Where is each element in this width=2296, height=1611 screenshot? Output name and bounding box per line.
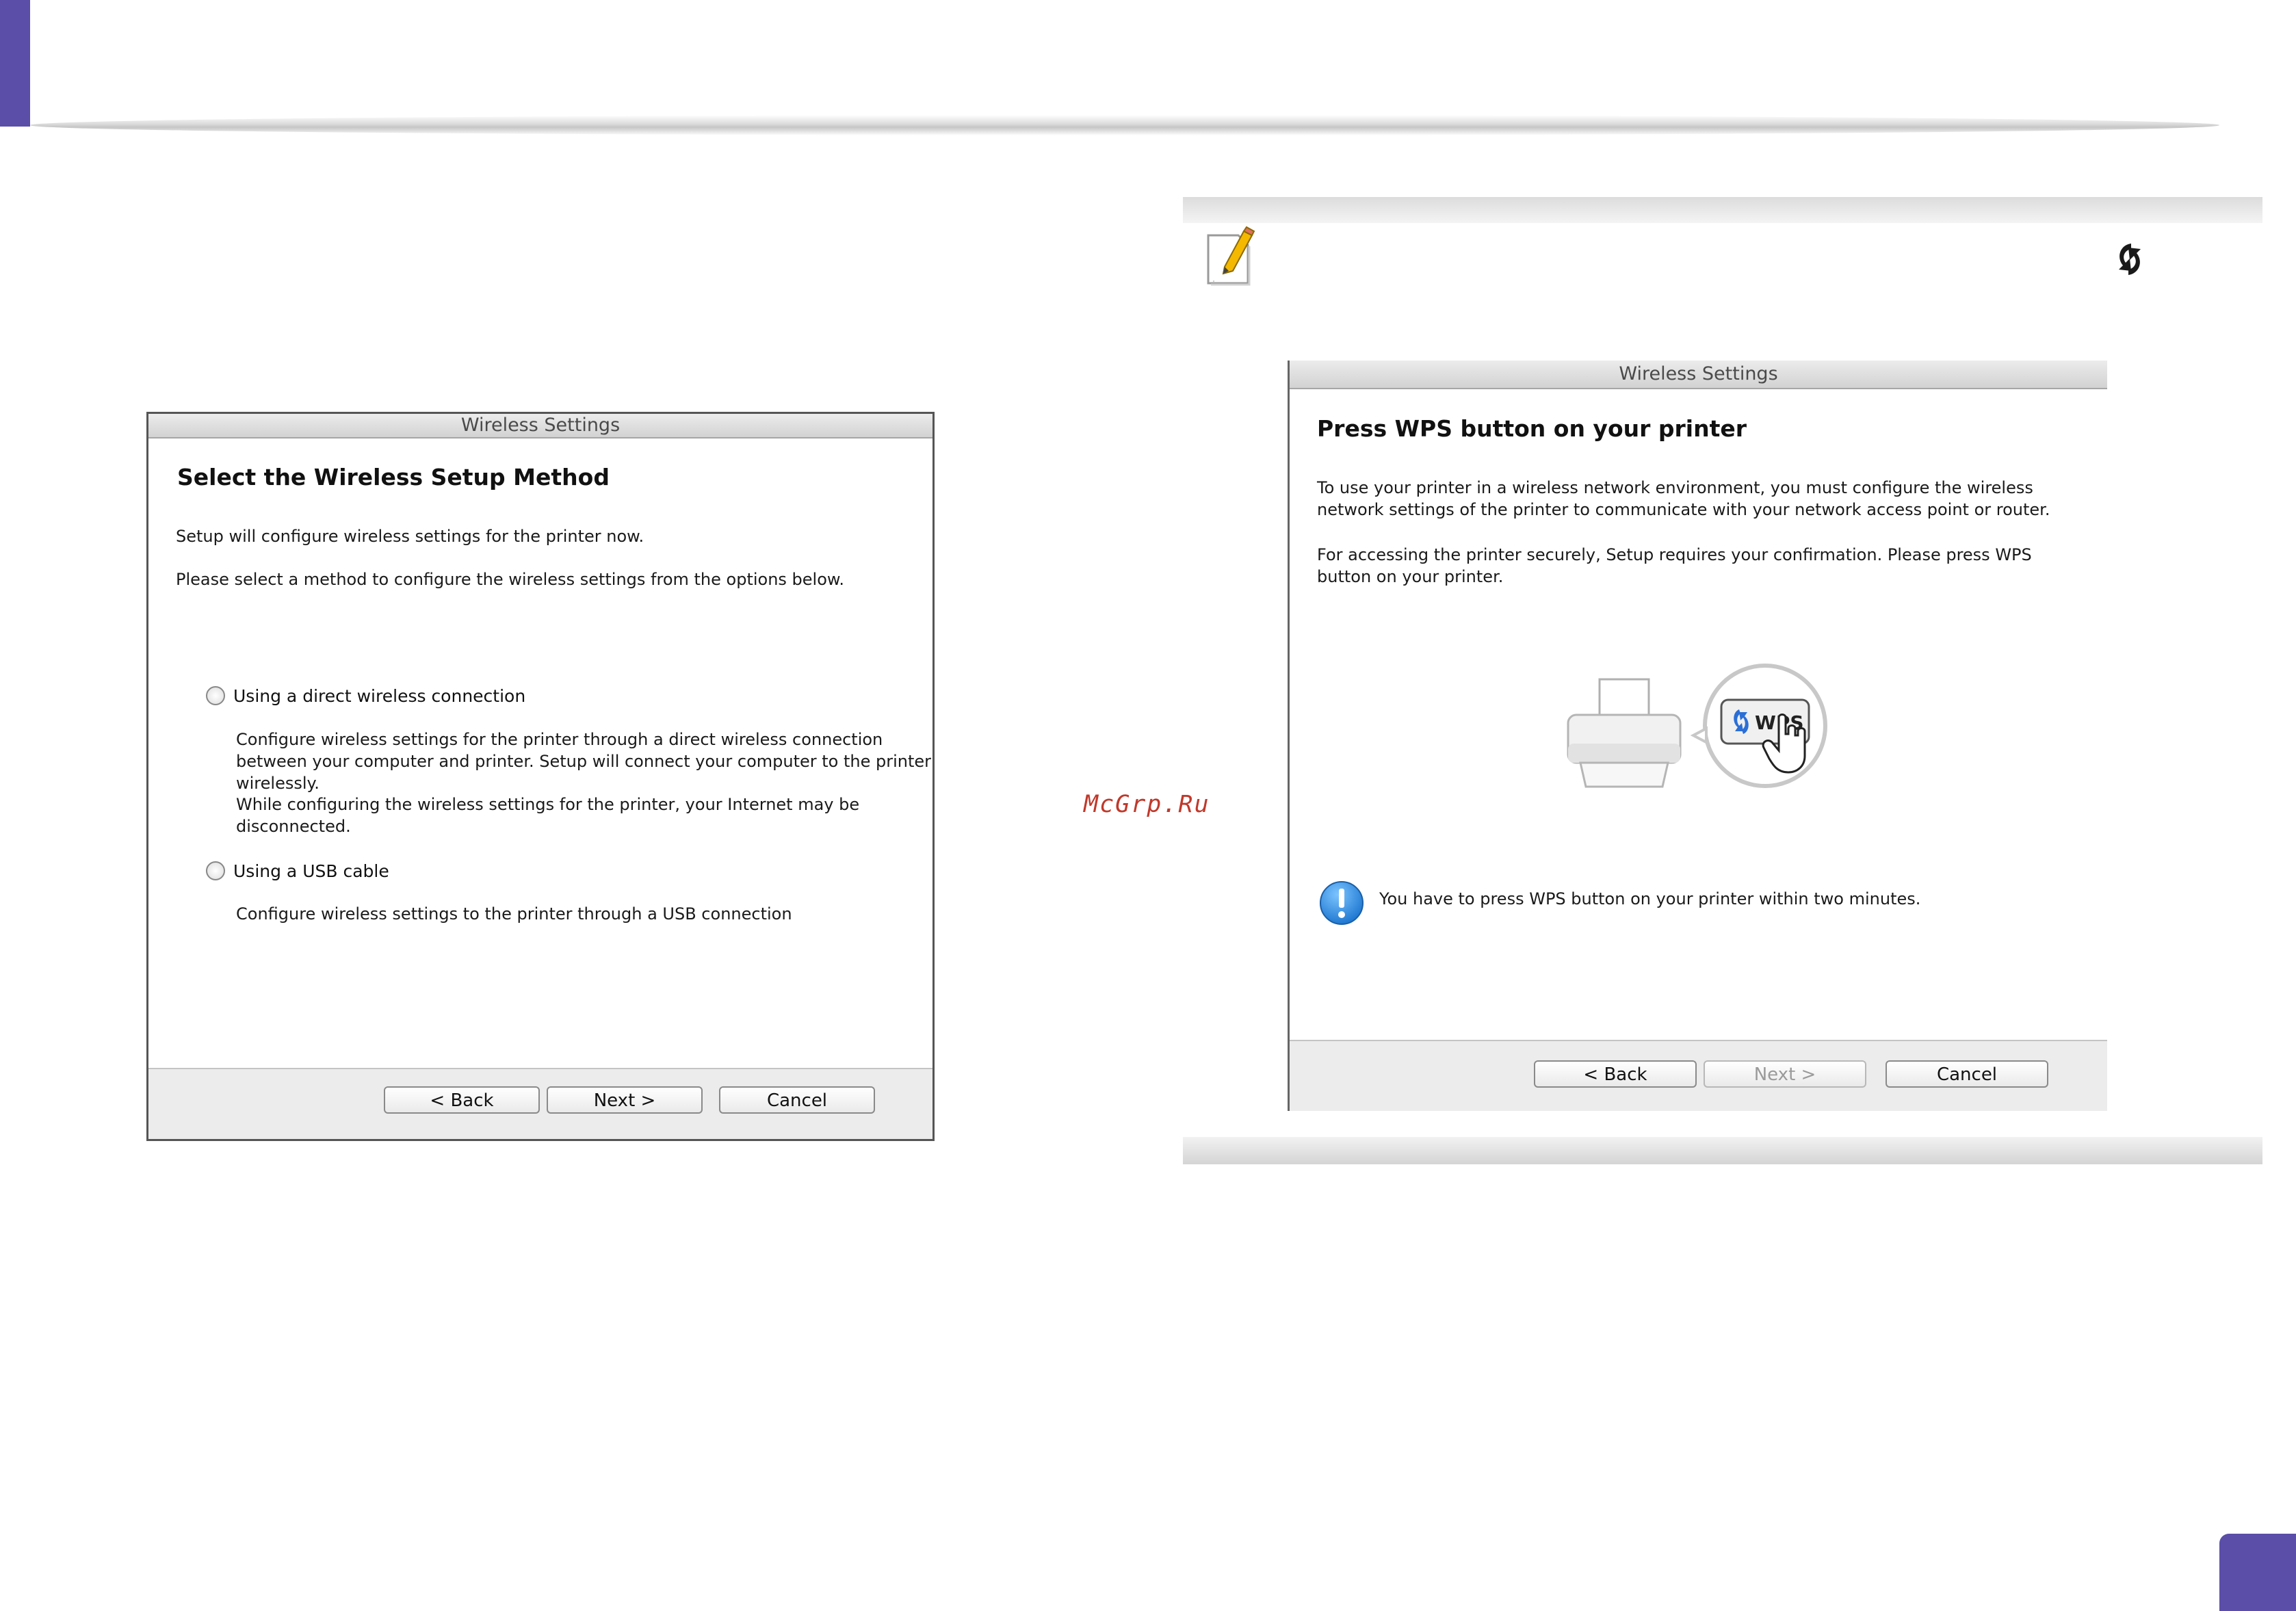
watermark: McGrp.Ru	[1084, 791, 1210, 818]
option-label-direct-wireless[interactable]: Using a direct wireless connection	[233, 686, 525, 706]
next-button[interactable]: Next >	[547, 1086, 703, 1114]
dialog-heading: Select the Wireless Setup Method	[177, 464, 610, 490]
page-number-badge	[2219, 1534, 2296, 1611]
printer-icon: WPS	[1567, 664, 1827, 788]
option-label-usb-cable[interactable]: Using a USB cable	[233, 861, 389, 881]
wps-icon	[2111, 239, 2149, 279]
paragraph-2-line: For accessing the printer securely, Setu…	[1317, 545, 2032, 564]
paragraph-2-line: button on your printer.	[1317, 567, 1504, 586]
wireless-settings-dialog-method: Wireless Settings Select the Wireless Se…	[146, 412, 935, 1141]
corner-tab-marker	[0, 0, 30, 127]
cancel-button[interactable]: Cancel	[1886, 1060, 2048, 1088]
description-line: between your computer and printer. Setup…	[236, 752, 932, 771]
dialog-titlebar: Wireless Settings	[148, 414, 932, 438]
dialog-heading: Press WPS button on your printer	[1317, 415, 1747, 442]
back-button[interactable]: < Back	[1534, 1060, 1697, 1088]
note-panel-top-band	[1183, 197, 2262, 223]
cancel-button[interactable]: Cancel	[719, 1086, 875, 1114]
dialog-titlebar: Wireless Settings	[1290, 361, 2107, 389]
header-rule	[30, 115, 2219, 135]
paragraph-1-line: To use your printer in a wireless networ…	[1317, 478, 2033, 497]
info-icon	[1319, 880, 1364, 926]
description-line: While configuring the wireless settings …	[236, 795, 860, 814]
intro-text-2: Please select a method to configure the …	[176, 570, 844, 589]
radio-usb-cable[interactable]	[206, 861, 225, 880]
description-line: disconnected.	[236, 817, 351, 836]
back-button[interactable]: < Back	[384, 1086, 540, 1114]
note-pencil-icon	[1204, 226, 1256, 287]
dialog-button-bar: < Back Next > Cancel	[1290, 1040, 2107, 1111]
option-description-usb-cable: Configure wireless settings to the print…	[236, 904, 792, 924]
next-button-disabled: Next >	[1704, 1060, 1866, 1088]
description-line: wirelessly.	[236, 774, 319, 793]
info-message: You have to press WPS button on your pri…	[1379, 889, 1921, 908]
printer-wps-illustration: WPS	[1560, 660, 1834, 811]
paragraph-1-line: network settings of the printer to commu…	[1317, 500, 2050, 519]
note-panel-bottom-band	[1183, 1137, 2262, 1164]
dialog-button-bar: < Back Next > Cancel	[148, 1068, 932, 1139]
description-line: Configure wireless settings for the prin…	[236, 730, 883, 749]
radio-direct-wireless[interactable]	[206, 686, 225, 705]
intro-text-1: Setup will configure wireless settings f…	[176, 527, 644, 546]
